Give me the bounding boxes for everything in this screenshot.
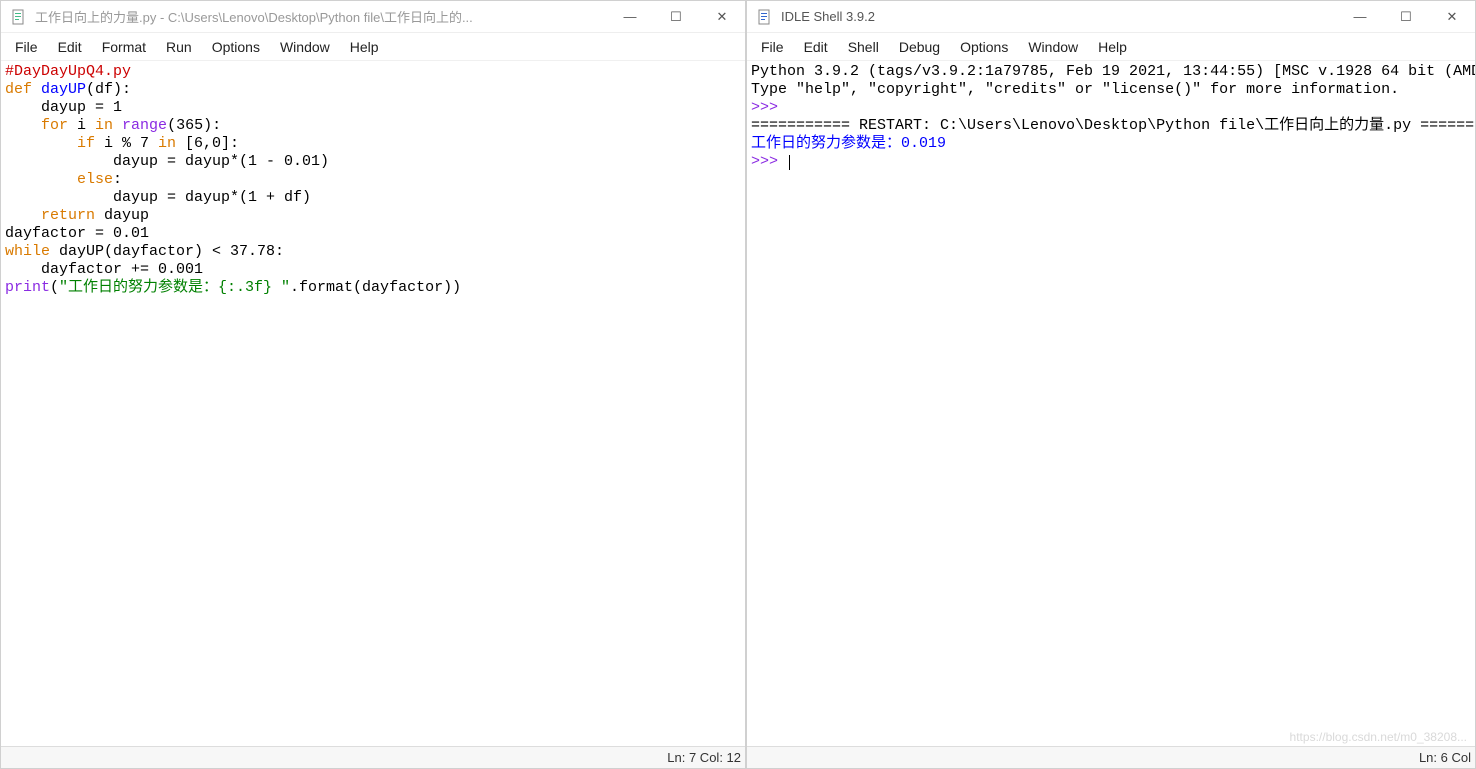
code-text: dayup = dayup*(1 - 0.01) <box>5 153 329 170</box>
code-text: (df): <box>86 81 131 98</box>
menu-edit[interactable]: Edit <box>794 36 838 58</box>
code-text: (365): <box>167 117 221 134</box>
code-text: i % 7 <box>95 135 149 152</box>
code-builtin-range: range <box>122 117 167 134</box>
shell-stdout: 工作日的努力参数是：0.019 <box>751 135 946 152</box>
code-text: ( <box>50 279 59 296</box>
status-bar: Ln: 6 Col <box>747 746 1475 768</box>
menu-file[interactable]: File <box>751 36 794 58</box>
cursor-position: Ln: 7 Col: 12 <box>667 750 741 765</box>
menu-help[interactable]: Help <box>1088 36 1137 58</box>
menu-options[interactable]: Options <box>950 36 1018 58</box>
title-bar: IDLE Shell 3.9.2 — ☐ ✕ <box>747 1 1475 33</box>
code-func-name: dayUP <box>41 81 86 98</box>
menu-format[interactable]: Format <box>92 36 156 58</box>
code-text: dayup = 1 <box>5 99 122 116</box>
menu-bar: File Edit Format Run Options Window Help <box>1 33 745 61</box>
shell-restart: =========== RESTART: C:\Users\Lenovo\Des… <box>751 117 1475 134</box>
menu-edit[interactable]: Edit <box>48 36 92 58</box>
title-bar: 工作日向上的力量.py - C:\Users\Lenovo\Desktop\Py… <box>1 1 745 33</box>
python-file-icon <box>11 9 27 25</box>
shell-output[interactable]: Python 3.9.2 (tags/v3.9.2:1a79785, Feb 1… <box>747 61 1475 746</box>
menu-shell[interactable]: Shell <box>838 36 889 58</box>
code-text: dayfactor += 0.001 <box>5 261 203 278</box>
shell-banner: Type "help", "copyright", "credits" or "… <box>751 81 1399 98</box>
idle-icon <box>757 9 773 25</box>
status-bar: Ln: 7 Col: 12 <box>1 746 745 768</box>
code-text: i <box>68 117 86 134</box>
code-text: dayfactor = 0.01 <box>5 225 149 242</box>
title-text: IDLE Shell 3.9.2 <box>781 9 1337 24</box>
code-kw-else: else <box>5 171 113 188</box>
shell-prompt: >>> <box>751 153 787 170</box>
minimize-button[interactable]: — <box>607 1 653 33</box>
cursor-position: Ln: 6 Col <box>1419 750 1471 765</box>
code-text: : <box>113 171 122 188</box>
menu-help[interactable]: Help <box>340 36 389 58</box>
code-kw-return: return <box>5 207 95 224</box>
code-kw-for: for <box>5 117 68 134</box>
maximize-button[interactable]: ☐ <box>653 1 699 33</box>
code-kw-if: if <box>5 135 95 152</box>
menu-file[interactable]: File <box>5 36 48 58</box>
shell-window: IDLE Shell 3.9.2 — ☐ ✕ File Edit Shell D… <box>746 0 1476 769</box>
minimize-button[interactable]: — <box>1337 1 1383 33</box>
menu-window[interactable]: Window <box>1018 36 1088 58</box>
text-cursor <box>789 155 790 170</box>
code-kw-in: in <box>86 117 122 134</box>
close-button[interactable]: ✕ <box>699 1 745 33</box>
menu-debug[interactable]: Debug <box>889 36 950 58</box>
menu-bar: File Edit Shell Debug Options Window Hel… <box>747 33 1475 61</box>
window-controls: — ☐ ✕ <box>607 1 745 33</box>
menu-options[interactable]: Options <box>202 36 270 58</box>
code-editor[interactable]: #DayDayUpQ4.py def dayUP(df): dayup = 1 … <box>1 61 745 746</box>
title-text: 工作日向上的力量.py - C:\Users\Lenovo\Desktop\Py… <box>35 7 607 26</box>
code-kw-while: while <box>5 243 50 260</box>
close-button[interactable]: ✕ <box>1429 1 1475 33</box>
code-text: dayup <box>95 207 149 224</box>
window-controls: — ☐ ✕ <box>1337 1 1475 33</box>
code-text: [6,0]: <box>185 135 239 152</box>
shell-prompt: >>> <box>751 99 787 116</box>
code-kw-def: def <box>5 81 41 98</box>
code-text: dayup = dayup*(1 + df) <box>5 189 311 206</box>
shell-banner: Python 3.9.2 (tags/v3.9.2:1a79785, Feb 1… <box>751 63 1475 80</box>
code-string: "工作日的努力参数是：{:.3f} " <box>59 279 290 296</box>
maximize-button[interactable]: ☐ <box>1383 1 1429 33</box>
code-text: dayUP(dayfactor) < 37.78: <box>50 243 284 260</box>
code-builtin-print: print <box>5 279 50 296</box>
menu-run[interactable]: Run <box>156 36 202 58</box>
code-text: .format(dayfactor)) <box>290 279 461 296</box>
editor-window: 工作日向上的力量.py - C:\Users\Lenovo\Desktop\Py… <box>0 0 746 769</box>
code-kw-in: in <box>149 135 185 152</box>
menu-window[interactable]: Window <box>270 36 340 58</box>
code-comment: #DayDayUpQ4.py <box>5 63 131 80</box>
